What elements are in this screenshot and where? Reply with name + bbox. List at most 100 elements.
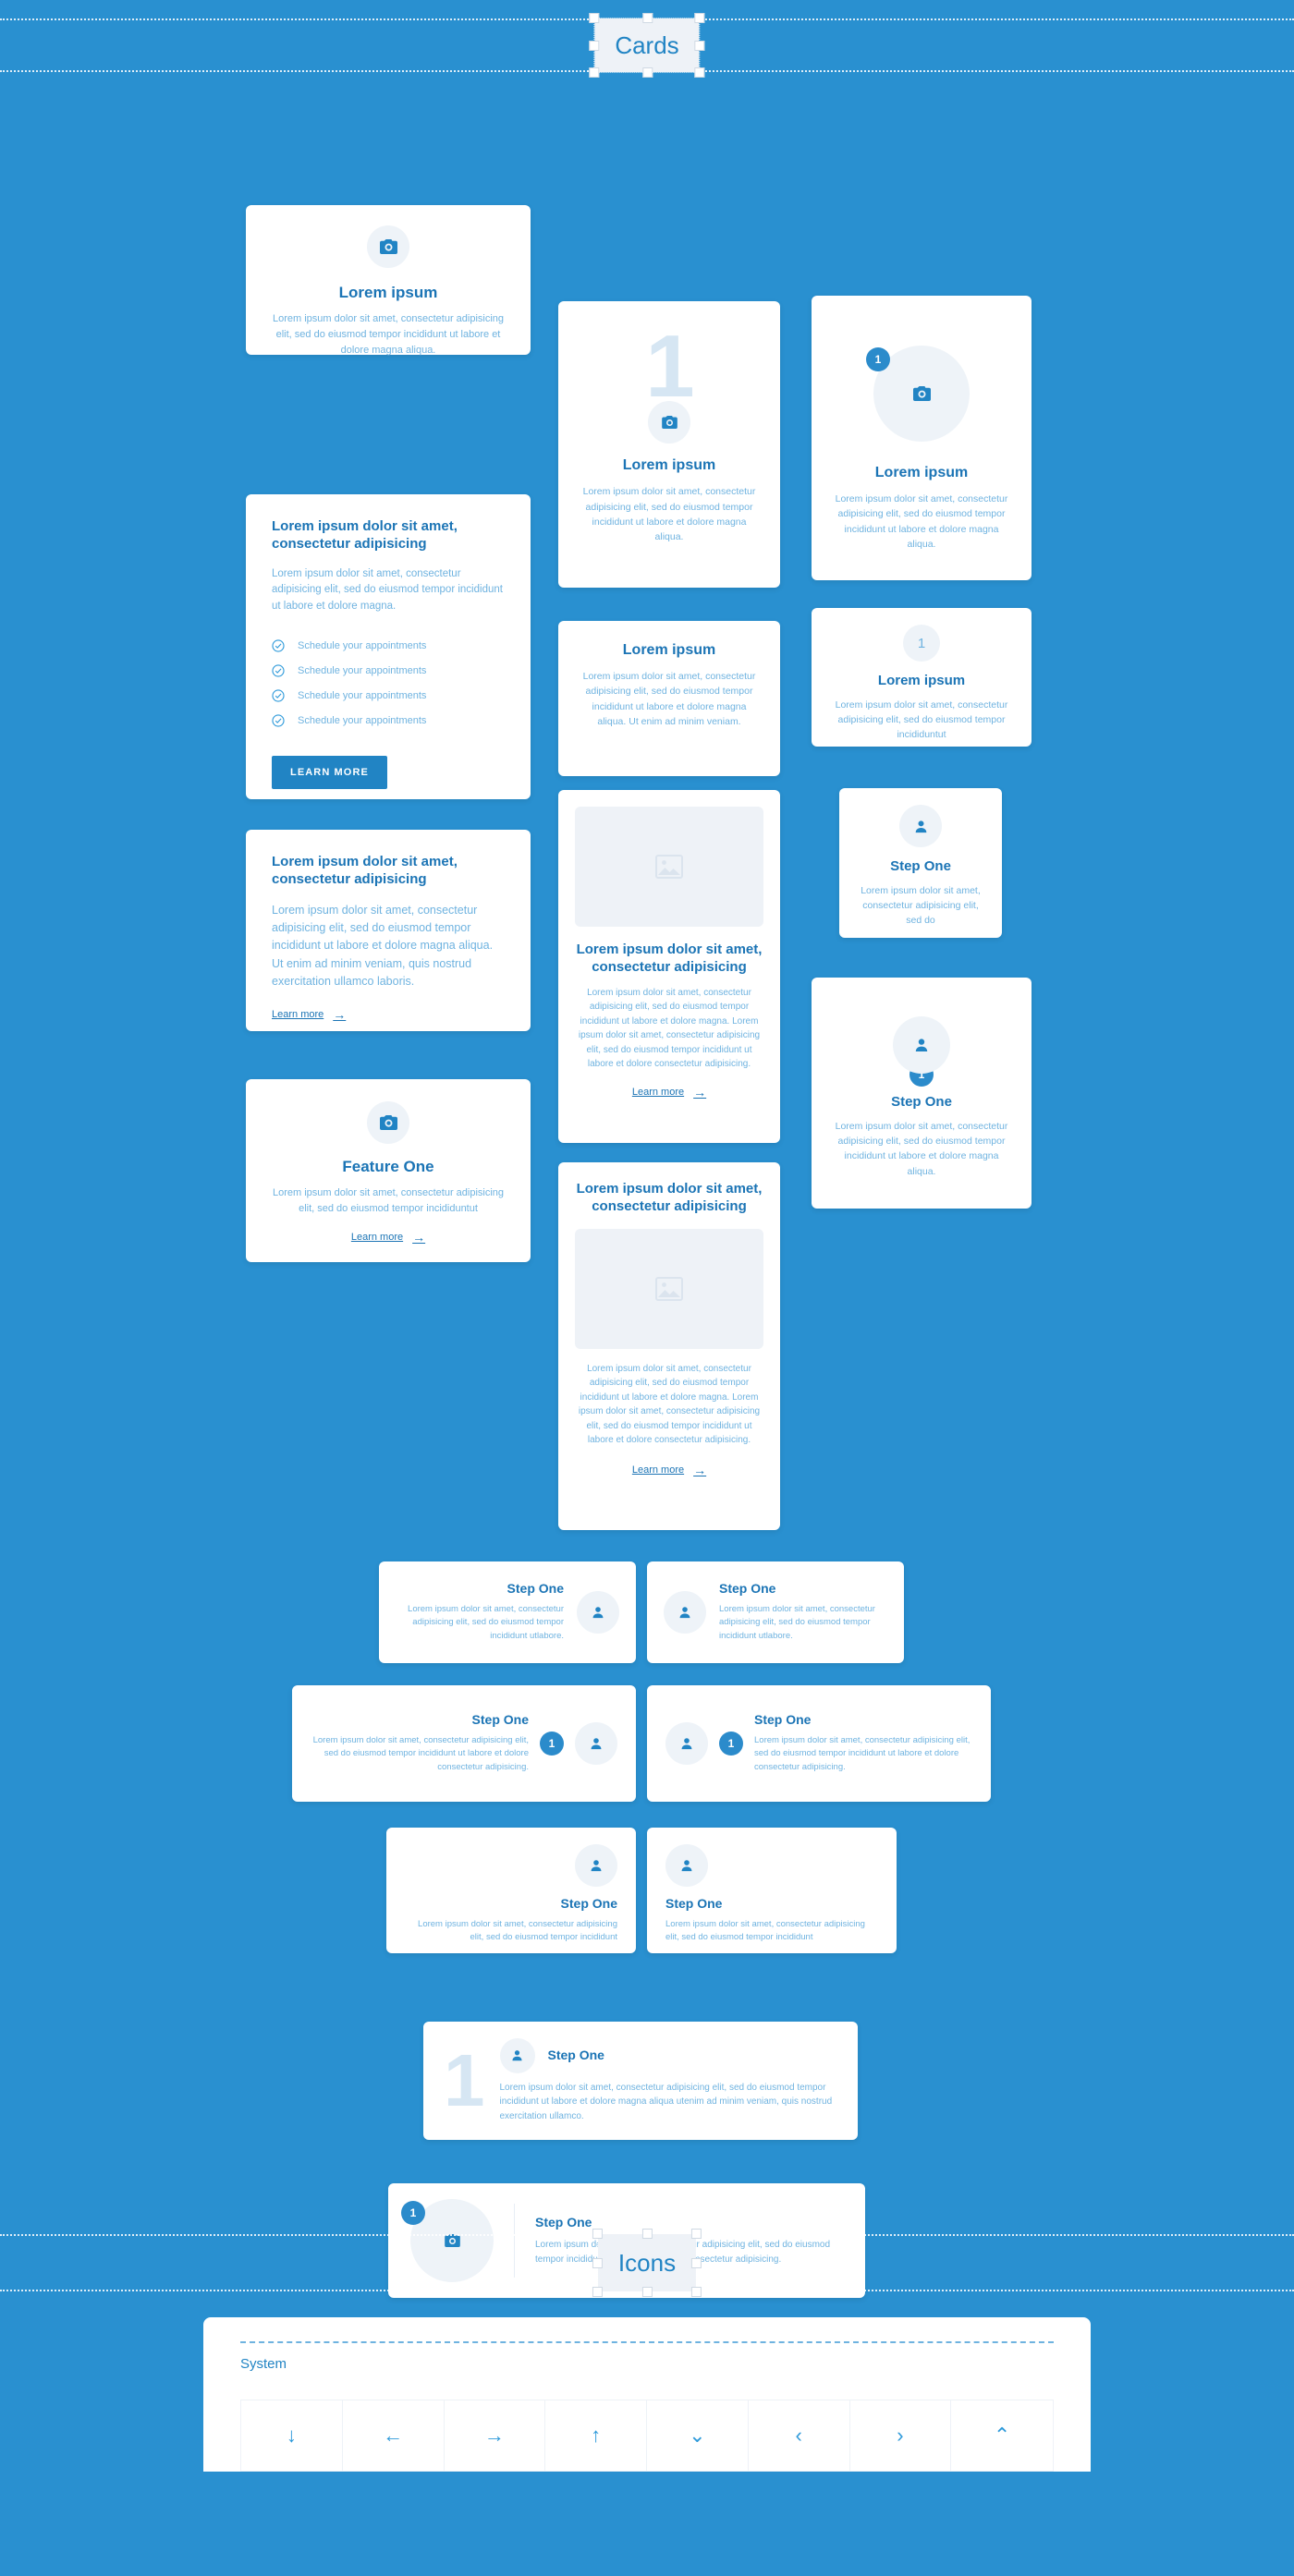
user-icon [681,1738,692,1750]
user-icon-circle [575,1844,617,1887]
learn-more-button[interactable]: LEARN MORE [272,755,387,789]
card-title: Lorem ipsum [622,642,716,658]
resize-handle-br[interactable] [691,2287,702,2297]
resize-handle-tl[interactable] [589,13,600,23]
cards-section-label[interactable]: Cards [589,13,705,78]
card-body: Lorem ipsum dolor sit amet, consectetur … [835,493,1008,550]
card-icon-top-right[interactable]: Step One Lorem ipsum dolor sit amet, con… [386,1828,636,1953]
resize-handle-ml[interactable] [592,2258,603,2268]
learn-more-link[interactable]: Learn more → [632,1463,706,1477]
card-body: Lorem ipsum dolor sit amet, consectetur … [835,1120,1008,1177]
camera-icon-circle [367,225,409,268]
learn-more-label: Learn more [350,1232,404,1244]
resize-handle-mr[interactable] [691,2258,702,2268]
resize-handle-bc[interactable] [641,67,653,78]
chevron-down-icon[interactable]: ⌄ [647,2400,749,2471]
learn-more-link[interactable]: Learn more → [632,1085,706,1100]
card-body: Lorem ipsum dolor sit amet, consectetur … [665,1918,865,1943]
resize-handle-tc[interactable] [641,13,653,23]
glyph: ⌃ [993,2424,1011,2447]
camera-icon [379,1115,397,1130]
checklist-item-label: Schedule your appointments [298,664,427,676]
user-icon [591,1738,602,1750]
chevron-left-icon[interactable]: ‹ [749,2400,850,2471]
card-ghost-number[interactable]: 1 Lorem ipsum Lorem ipsum dolor sit amet… [558,301,780,588]
card-title: Step One [547,2047,604,2062]
checklist-item-label: Schedule your appointments [298,714,427,726]
resize-handle-tl[interactable] [592,2229,603,2239]
card-plain-text[interactable]: Lorem ipsum Lorem ipsum dolor sit amet, … [558,621,780,776]
resize-handle-mr[interactable] [694,41,705,51]
card-h-badge-left[interactable]: 1 Step One Lorem ipsum dolor sit amet, c… [647,1685,991,1802]
user-icon [681,1860,692,1872]
checklist-item-label: Schedule your appointments [298,689,427,701]
learn-more-link[interactable]: Learn more → [351,1230,425,1245]
arrow-left-icon[interactable]: ← [343,2400,445,2471]
card-circle-number[interactable]: 1 Lorem ipsum Lorem ipsum dolor sit amet… [812,608,1032,747]
card-title-above-image[interactable]: Lorem ipsum dolor sit amet, consectetur … [558,1162,780,1530]
card-h-right-aligned[interactable]: Step One Lorem ipsum dolor sit amet, con… [379,1561,636,1663]
learn-more-label: Learn more [631,1086,685,1098]
card-icon-top-left[interactable]: Step One Lorem ipsum dolor sit amet, con… [647,1828,897,1953]
panel-dashed-rule [240,2341,1054,2343]
arrow-right-icon[interactable]: → [445,2400,546,2471]
ghost-number: 1 [645,317,694,416]
card-title: Lorem ipsum [874,465,969,480]
card-title: Step One [560,1896,617,1911]
image-icon [655,855,683,879]
resize-handle-br[interactable] [694,67,705,78]
resize-handle-tr[interactable] [691,2229,702,2239]
resize-handle-bc[interactable] [642,2287,653,2297]
card-body: Lorem ipsum dolor sit amet, consectetur … [272,903,494,989]
resize-handle-tr[interactable] [694,13,705,23]
user-icon [915,820,926,832]
user-icon [592,1607,604,1619]
card-h-left-aligned[interactable]: Step One Lorem ipsum dolor sit amet, con… [647,1561,904,1663]
card-icon-centered[interactable]: Lorem ipsum Lorem ipsum dolor sit amet, … [246,205,531,356]
chevron-right-icon[interactable]: › [850,2400,952,2471]
card-body: Lorem ipsum dolor sit amet, consectetur … [719,1603,875,1642]
arrow-up-icon[interactable]: ↑ [545,2400,647,2471]
camera-icon-circle [367,1101,409,1144]
image-placeholder [575,1228,763,1349]
camera-icon [912,386,931,401]
resize-handle-bl[interactable] [592,2287,603,2297]
resize-handle-bl[interactable] [589,67,600,78]
card-body: Lorem ipsum dolor sit amet, consectetur … [418,1918,617,1943]
arrow-right-icon: → [693,1462,707,1477]
card-body: Lorem ipsum dolor sit amet, consectetur … [499,2082,833,2121]
glyph: → [483,2424,505,2447]
card-body: Lorem ipsum dolor sit amet, consectetur … [582,671,756,727]
user-icon-circle [665,1722,708,1765]
image-placeholder [575,807,763,927]
glyph: › [897,2424,904,2447]
card-image-top[interactable]: Lorem ipsum dolor sit amet, consectetur … [558,790,780,1143]
resize-handle-tc[interactable] [642,2229,653,2239]
check-circle-icon [272,639,285,652]
card-text-learnmore[interactable]: Lorem ipsum dolor sit amet, consectetur … [246,830,531,1031]
checklist-item-label: Schedule your appointments [298,639,427,651]
step-badge: 1 [719,1732,743,1756]
arrow-down-icon[interactable]: ↓ [241,2400,343,2471]
icons-section-label[interactable]: Icons [592,2229,702,2297]
card-body: Lorem ipsum dolor sit amet, consectetur … [272,1187,505,1215]
glyph: ↑ [591,2424,602,2447]
user-icon [915,1039,928,1051]
card-checklist[interactable]: Lorem ipsum dolor sit amet, consectetur … [246,494,531,799]
checklist-item: Schedule your appointments [272,714,505,727]
learn-more-link[interactable]: Learn more → [272,1007,346,1022]
camera-icon [379,239,397,254]
card-wide-ghost-number[interactable]: 1 Step One Lorem ipsum dolor sit amet, c… [423,2022,858,2140]
card-badge-camera[interactable]: 1 Lorem ipsum Lorem ipsum dolor sit amet… [812,296,1032,580]
card-title: Step One [471,1712,529,1728]
arrow-right-icon: → [412,1230,426,1245]
resize-handle-ml[interactable] [589,41,600,51]
card-step-one-small[interactable]: Step One Lorem ipsum dolor sit amet, con… [839,788,1002,938]
chevron-up-icon[interactable]: ⌃ [951,2400,1053,2471]
card-h-badge-right[interactable]: Step One Lorem ipsum dolor sit amet, con… [292,1685,636,1802]
card-step-one-badge[interactable]: 1 Step One Lorem ipsum dolor sit amet, c… [812,978,1032,1209]
card-feature-one[interactable]: Feature One Lorem ipsum dolor sit amet, … [246,1079,531,1262]
check-circle-icon [272,689,285,702]
arrow-right-icon: → [333,1007,347,1023]
step-badge: 1 [866,347,890,371]
